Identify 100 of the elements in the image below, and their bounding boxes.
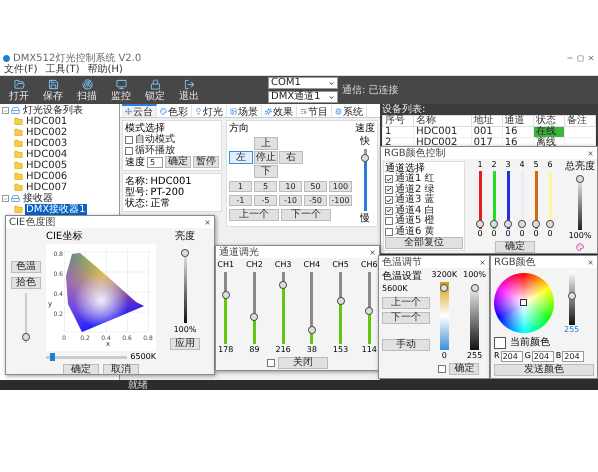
- toolbar-button[interactable]: 保存: [38, 78, 68, 102]
- checkbox[interactable]: 循环播放: [125, 145, 219, 156]
- slider[interactable]: [503, 170, 513, 229]
- slider[interactable]: [21, 293, 31, 343]
- mode-button[interactable]: 确定: [165, 156, 191, 168]
- slider[interactable]: [46, 353, 128, 362]
- direction-button[interactable]: 上: [254, 137, 278, 150]
- checkbox[interactable]: 通道2 绿: [385, 184, 463, 195]
- direction-button[interactable]: 下: [254, 165, 278, 178]
- dialog-button[interactable]: 取消: [103, 364, 139, 374]
- checkbox[interactable]: 通道5 橙: [385, 216, 463, 226]
- tree-item[interactable]: HDC002: [25, 127, 68, 138]
- mode-button[interactable]: 暂停: [193, 156, 219, 168]
- tab[interactable]: 云台: [122, 104, 157, 117]
- step-button[interactable]: 5: [254, 181, 277, 192]
- tree-item[interactable]: 接收器: [22, 193, 54, 204]
- slider[interactable]: [438, 282, 450, 350]
- step-button[interactable]: 100: [329, 181, 352, 192]
- slider[interactable]: [180, 245, 190, 323]
- column-header[interactable]: 地址: [471, 116, 502, 126]
- direction-button[interactable]: 左: [229, 151, 253, 164]
- collapse-icon[interactable]: [2, 107, 9, 114]
- slider[interactable]: [364, 272, 374, 344]
- close-icon[interactable]: [479, 258, 486, 266]
- checkbox[interactable]: 自动模式: [125, 134, 219, 145]
- menu-item[interactable]: 工具(T): [46, 64, 80, 74]
- checkbox[interactable]: 通道3 蓝: [385, 195, 463, 206]
- close-icon[interactable]: [587, 54, 595, 62]
- slider[interactable]: [278, 272, 288, 344]
- universe-select[interactable]: DMX通道1: [268, 91, 338, 103]
- slider[interactable]: [517, 170, 527, 229]
- tree-item[interactable]: DMX接收器1: [25, 204, 87, 215]
- slider[interactable]: [489, 170, 499, 229]
- checkbox[interactable]: [267, 358, 275, 367]
- send-button[interactable]: 发送颜色: [494, 364, 594, 376]
- slider[interactable]: [575, 174, 585, 230]
- checkbox[interactable]: 通道4 白: [385, 206, 463, 216]
- column-header[interactable]: 备注: [564, 116, 596, 126]
- number-field[interactable]: 204: [562, 350, 584, 362]
- tree-item[interactable]: HDC003: [25, 138, 68, 149]
- close-icon[interactable]: [204, 218, 211, 226]
- toolbar-button[interactable]: 扫描: [72, 78, 102, 102]
- toolbar-button[interactable]: 锁定: [140, 78, 170, 102]
- checkbox[interactable]: 通道1 红: [385, 174, 463, 184]
- close-icon[interactable]: [587, 150, 594, 156]
- tree-item[interactable]: HDC006: [25, 171, 68, 182]
- direction-button[interactable]: 停止: [254, 151, 278, 164]
- close-icon[interactable]: [369, 248, 376, 256]
- tree-item[interactable]: 灯光设备列表: [22, 105, 84, 116]
- reset-button[interactable]: 全部复位: [385, 237, 463, 249]
- close-icon[interactable]: [587, 258, 594, 266]
- column-header[interactable]: 通道: [502, 116, 534, 126]
- slider[interactable]: [531, 170, 541, 229]
- side-button[interactable]: 拾色: [11, 277, 41, 289]
- slider[interactable]: [545, 170, 555, 229]
- number-field[interactable]: 204: [500, 350, 523, 362]
- step-button[interactable]: -50: [304, 195, 327, 206]
- apply-button[interactable]: 应用: [170, 338, 200, 350]
- slider[interactable]: [249, 272, 260, 344]
- action-button[interactable]: 上一个: [229, 209, 279, 221]
- speed-field[interactable]: 5: [147, 156, 163, 168]
- slider[interactable]: [306, 272, 317, 344]
- slider[interactable]: [360, 149, 370, 211]
- checkbox[interactable]: [438, 364, 446, 373]
- step-button[interactable]: -1: [229, 195, 252, 206]
- direction-button[interactable]: 右: [279, 151, 303, 164]
- slider[interactable]: [566, 271, 577, 325]
- ok-button[interactable]: 确定: [449, 362, 480, 375]
- side-button[interactable]: 色温: [11, 261, 41, 273]
- nav-button[interactable]: 上一个: [382, 296, 430, 309]
- step-button[interactable]: 1: [229, 181, 252, 192]
- collapse-icon[interactable]: [2, 195, 9, 202]
- tab[interactable]: 色彩: [157, 104, 192, 117]
- number-field[interactable]: 204: [532, 350, 554, 362]
- slider[interactable]: [468, 282, 481, 350]
- step-button[interactable]: -5: [254, 195, 277, 206]
- close-button[interactable]: 关闭: [278, 356, 328, 369]
- tree-item[interactable]: HDC004: [25, 149, 68, 160]
- dialog-button[interactable]: 确定: [63, 364, 99, 374]
- toolbar-button[interactable]: 退出: [174, 78, 204, 102]
- ok-button[interactable]: 确定: [495, 240, 535, 253]
- checkbox[interactable]: 通道6 黄: [385, 226, 463, 237]
- step-button[interactable]: 50: [304, 181, 327, 192]
- menu-item[interactable]: 帮助(H): [87, 64, 123, 74]
- nav-button[interactable]: 下一个: [382, 312, 430, 324]
- mode-button[interactable]: 手动: [382, 338, 430, 351]
- toolbar-button[interactable]: 监控: [106, 78, 136, 102]
- toolbar-button[interactable]: 打开: [4, 78, 34, 102]
- tab[interactable]: 效果: [262, 104, 297, 117]
- tree-item[interactable]: HDC007: [25, 182, 68, 193]
- slider[interactable]: [336, 272, 346, 344]
- tree-item[interactable]: HDC001: [25, 116, 68, 127]
- step-button[interactable]: -100: [329, 195, 352, 206]
- menu-item[interactable]: 文件(F): [4, 64, 38, 74]
- maximize-icon[interactable]: [577, 54, 584, 62]
- slider[interactable]: [475, 170, 485, 229]
- tree-item[interactable]: HDC005: [25, 160, 68, 171]
- step-button[interactable]: -10: [279, 195, 302, 206]
- port-select[interactable]: COM1: [268, 77, 338, 89]
- wheel-marker-icon[interactable]: [520, 298, 527, 306]
